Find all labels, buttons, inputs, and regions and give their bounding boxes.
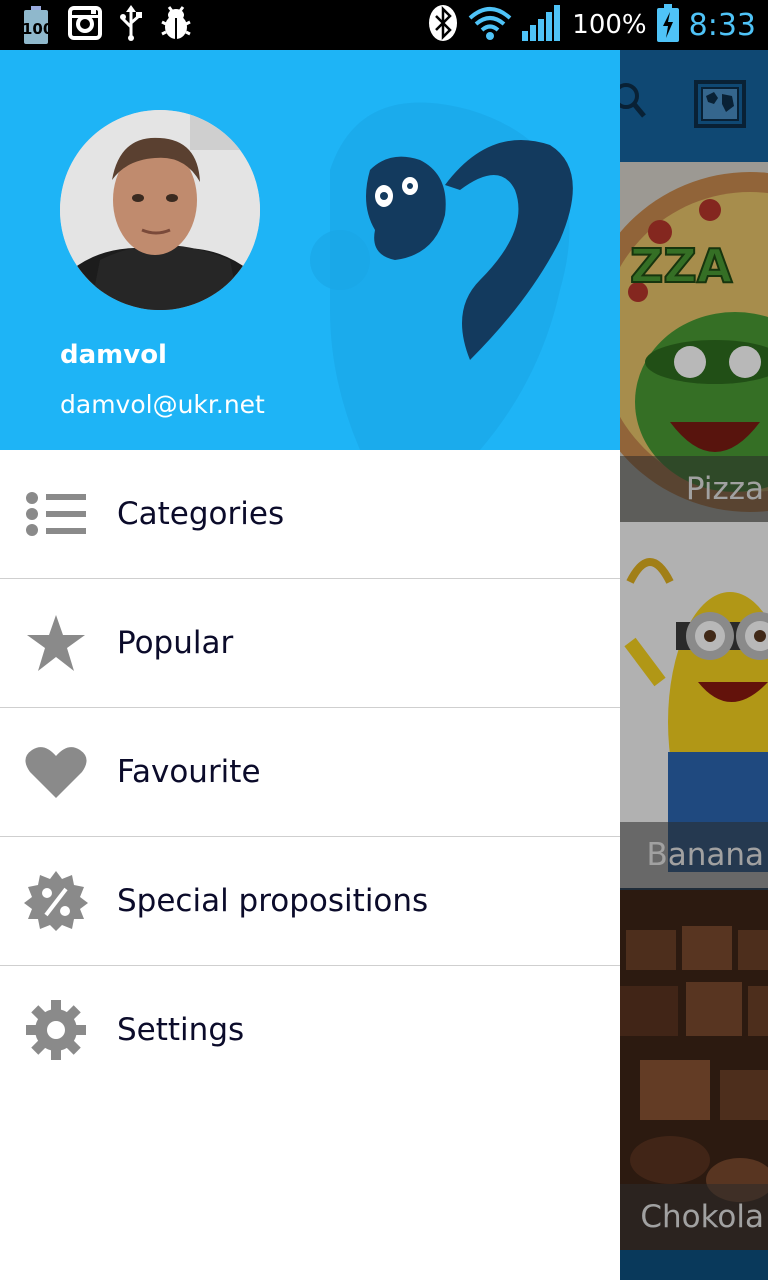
- signal-icon: [522, 5, 562, 45]
- menu-item-label: Special propositions: [117, 883, 429, 919]
- menu-item-label: Popular: [117, 625, 234, 661]
- menu-item-special-propositions[interactable]: Special propositions: [0, 837, 620, 966]
- menu-item-label: Categories: [117, 496, 285, 532]
- instagram-icon: [68, 6, 102, 44]
- clock: 8:33: [688, 7, 756, 43]
- menu-item-popular[interactable]: Popular: [0, 579, 620, 708]
- usb-icon: [120, 5, 142, 45]
- menu-item-favourite[interactable]: Favourite: [0, 708, 620, 837]
- discount-percent-icon: [24, 871, 88, 931]
- bluetooth-icon: [428, 4, 458, 46]
- user-name: damvol: [60, 340, 167, 370]
- drawer-menu: Categories Popular Favourite Special pro…: [0, 450, 620, 1094]
- gear-icon: [24, 1000, 88, 1060]
- status-bar-system: 100% 8:33: [428, 4, 756, 46]
- drawer-header: damvol damvol@ukr.net: [0, 50, 620, 450]
- status-bar: 100 100% 8:33: [0, 0, 768, 50]
- status-bar-notifications: 100: [22, 5, 192, 45]
- app-logo-icon: [366, 140, 573, 360]
- navigation-drawer: damvol damvol@ukr.net Categories Popular…: [0, 50, 620, 1280]
- list-icon: [24, 484, 88, 544]
- star-icon: [24, 613, 88, 673]
- battery-100-icon: 100: [22, 6, 53, 44]
- avatar[interactable]: [60, 110, 260, 310]
- heart-icon: [24, 742, 88, 802]
- user-email: damvol@ukr.net: [60, 390, 265, 419]
- menu-item-label: Favourite: [117, 754, 261, 790]
- drawer-scrim[interactable]: [620, 50, 768, 1280]
- debug-bug-icon: [160, 6, 192, 44]
- wifi-icon: [468, 6, 512, 44]
- menu-item-categories[interactable]: Categories: [0, 450, 620, 579]
- battery-charging-icon: [656, 4, 679, 46]
- battery-percent: 100%: [572, 10, 647, 40]
- menu-item-settings[interactable]: Settings: [0, 966, 620, 1094]
- menu-item-label: Settings: [117, 1012, 245, 1048]
